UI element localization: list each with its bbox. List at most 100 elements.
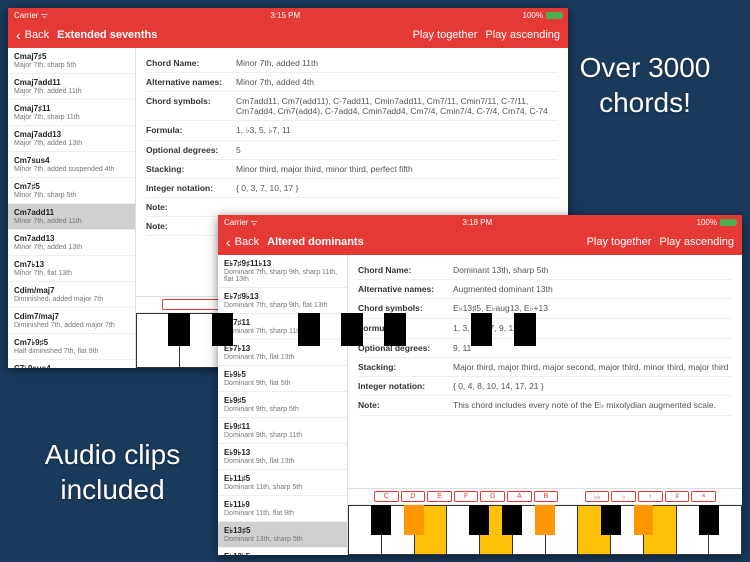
black-key[interactable]: [471, 313, 493, 346]
list-item[interactable]: E♭13♯5Dominant 13th, sharp 5th: [218, 522, 347, 548]
chord-desc: Dominant 9th, flat 5th: [224, 380, 341, 387]
chord-symbol: Cmaj7♯11: [14, 104, 129, 113]
note-selector-bar: CDEFGAB♭♭♭♮♯×: [348, 489, 742, 505]
black-key[interactable]: [404, 505, 424, 535]
clock-label: 3:18 PM: [462, 218, 492, 227]
list-item[interactable]: Cmaj7♯11Major 7th, sharp 11th: [8, 100, 135, 126]
list-item[interactable]: Cmaj7♯5Major 7th, sharp 5th: [8, 48, 135, 74]
detail-key: Formula:: [146, 125, 236, 136]
list-item[interactable]: Cdim7/maj7Diminished 7th, added major 7t…: [8, 308, 135, 334]
black-key[interactable]: [212, 313, 234, 346]
play-together-button[interactable]: Play together: [413, 29, 478, 41]
back-button[interactable]: ‹Back: [16, 28, 49, 42]
list-item[interactable]: E♭9♭13Dominant 9th, flat 13th: [218, 444, 347, 470]
play-ascending-button[interactable]: Play ascending: [485, 29, 560, 41]
detail-value: This chord includes every note of the E♭…: [453, 400, 732, 411]
list-item[interactable]: E♭7♯11Dominant 7th, sharp 11th: [218, 314, 347, 340]
note-button[interactable]: D: [401, 491, 426, 502]
clock-label: 3:15 PM: [270, 11, 300, 20]
chord-symbol: Cdim/maj7: [14, 286, 129, 295]
chord-list[interactable]: Cmaj7♯5Major 7th, sharp 5thCmaj7add11Maj…: [8, 48, 136, 368]
list-item[interactable]: Cm7add13Minor 7th, added 13th: [8, 230, 135, 256]
battery-icon: [720, 219, 736, 226]
chord-desc: Dominant 13th, sharp 5th: [224, 536, 341, 543]
black-key[interactable]: [502, 505, 522, 535]
black-key[interactable]: [601, 505, 621, 535]
detail-value: { 0, 4, 8, 10, 14, 17, 21 }: [453, 381, 732, 391]
detail-value: [236, 202, 558, 212]
list-item[interactable]: E♭7♯9♯11♭13Dominant 7th, sharp 9th, shar…: [218, 255, 347, 288]
detail-value: { 0, 3, 7, 10, 17 }: [236, 183, 558, 193]
list-item[interactable]: Cdim/maj7Diminished, added major 7th: [8, 282, 135, 308]
detail-key: Stacking:: [146, 164, 236, 174]
black-key[interactable]: [514, 313, 536, 346]
chord-desc: Minor 7th, added 13th: [14, 244, 129, 251]
back-label: Back: [25, 29, 49, 41]
chord-list[interactable]: E♭7♯9♯11♭13Dominant 7th, sharp 9th, shar…: [218, 255, 348, 555]
note-button[interactable]: ♮: [638, 491, 663, 502]
list-item[interactable]: E♭9♯5Dominant 9th, sharp 5th: [218, 392, 347, 418]
chord-symbol: E♭7♯11: [224, 318, 341, 327]
back-button[interactable]: ‹Back: [226, 235, 259, 249]
play-together-button[interactable]: Play together: [587, 236, 652, 248]
note-button[interactable]: ♭♭: [585, 491, 610, 502]
note-button[interactable]: E: [427, 491, 452, 502]
detail-value: Minor 7th, added 4th: [236, 77, 558, 87]
detail-value: E♭13♯5, E♭aug13, E♭+13: [453, 303, 732, 314]
note-button[interactable]: ♭: [611, 491, 636, 502]
list-item[interactable]: E♭11♭9Dominant 11th, flat 9th: [218, 496, 347, 522]
black-key[interactable]: [384, 313, 406, 346]
note-button[interactable]: ×: [691, 491, 716, 502]
chord-symbol: E♭13♭5: [224, 552, 341, 555]
detail-value: Minor third, major third, minor third, p…: [236, 164, 558, 174]
list-item[interactable]: Cm7sus4Minor 7th, added suspended 4th: [8, 152, 135, 178]
chord-desc: Dominant 9th, sharp 11th: [224, 432, 341, 439]
black-key[interactable]: [341, 313, 363, 346]
detail-value: 9, 11: [453, 343, 732, 353]
list-item[interactable]: E♭11♯5Dominant 11th, sharp 5th: [218, 470, 347, 496]
note-button[interactable]: B: [534, 491, 559, 502]
list-item[interactable]: Cm7♯5Minor 7th, sharp 5th: [8, 178, 135, 204]
chord-desc: Dominant 9th, sharp 5th: [224, 406, 341, 413]
detail-row: Alternative names:Minor 7th, added 4th: [146, 73, 558, 92]
list-item[interactable]: Cmaj7add11Major 7th, added 11th: [8, 74, 135, 100]
black-key[interactable]: [371, 505, 391, 535]
list-item[interactable]: Cm7♭9♯5Half diminished 7th, flat 9th: [8, 334, 135, 360]
note-button: [560, 491, 583, 502]
detail-row: Stacking:Major third, major third, major…: [358, 358, 732, 377]
detail-row: Note:This chord includes every note of t…: [358, 396, 732, 416]
list-item[interactable]: E♭9♯11Dominant 9th, sharp 11th: [218, 418, 347, 444]
note-button[interactable]: C: [374, 491, 399, 502]
detail-value: 5: [236, 145, 558, 155]
list-item[interactable]: Cmaj7add13Major 7th, added 13th: [8, 126, 135, 152]
detail-row: Chord Name:Dominant 13th, sharp 5th: [358, 261, 732, 280]
black-key[interactable]: [634, 505, 654, 535]
black-key[interactable]: [298, 313, 320, 346]
chord-symbol: Cm7add11: [14, 208, 129, 217]
list-item[interactable]: Cm7add11Minor 7th, added 11th: [8, 204, 135, 230]
promo-bottom-left: Audio clips included: [25, 437, 200, 507]
list-item[interactable]: E♭7♭13Dominant 7th, flat 13th: [218, 340, 347, 366]
black-key[interactable]: [168, 313, 190, 346]
detail-value: Augmented dominant 13th: [453, 284, 732, 294]
play-ascending-button[interactable]: Play ascending: [659, 236, 734, 248]
list-item[interactable]: E♭9♭5Dominant 9th, flat 5th: [218, 366, 347, 392]
note-button[interactable]: A: [507, 491, 532, 502]
detail-row: Optional degrees:9, 11: [358, 339, 732, 358]
black-key[interactable]: [699, 505, 719, 535]
nav-bar: ‹Back Extended sevenths Play together Pl…: [8, 22, 568, 48]
list-item[interactable]: Cm7♭13Minor 7th, flat 13th: [8, 256, 135, 282]
black-key[interactable]: [535, 505, 555, 535]
list-item[interactable]: E♭7♯9♭13Dominant 7th, sharp 9th, flat 13…: [218, 288, 347, 314]
promo-top-right: Over 3000 chords!: [565, 50, 725, 120]
note-button[interactable]: F: [454, 491, 479, 502]
chord-symbol: E♭13♯5: [224, 526, 341, 535]
note-button[interactable]: G: [480, 491, 505, 502]
page-title: Altered dominants: [267, 236, 364, 248]
list-item[interactable]: E♭13♭5Dominant 13th, flat 5th: [218, 548, 347, 555]
list-item[interactable]: C7♭9sus4Suspended dominant 7th, flat 9th: [8, 360, 135, 368]
note-button[interactable]: ♯: [665, 491, 690, 502]
chord-desc: Diminished, added major 7th: [14, 296, 129, 303]
black-key[interactable]: [469, 505, 489, 535]
piano-keyboard[interactable]: [348, 505, 742, 555]
